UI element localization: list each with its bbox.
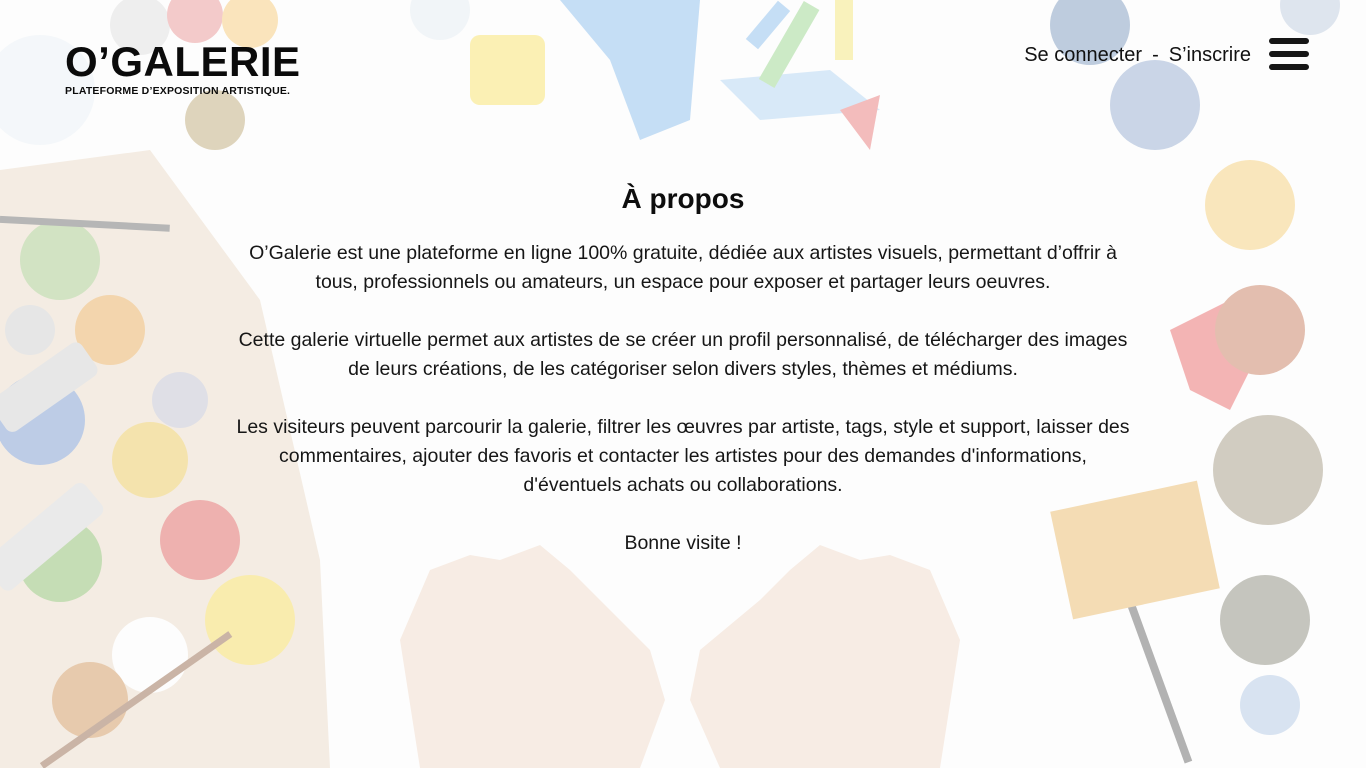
about-paragraph-intro: O’Galerie est une plateforme en ligne 10… — [249, 242, 1117, 293]
site-logo[interactable]: O’GALERIE PLATEFORME D’EXPOSITION ARTIST… — [65, 38, 301, 98]
logo-title: O’GALERIE — [65, 38, 301, 85]
about-paragraph-artists: Cette galerie virtuelle permet aux artis… — [238, 329, 1128, 380]
about-section: À propos O’Galerie est une plateforme en… — [0, 175, 1366, 587]
menu-bar-top — [1269, 38, 1309, 44]
menu-bar-bottom — [1269, 64, 1309, 70]
menu-bar-middle — [1269, 51, 1309, 57]
about-paragraph-closing: Bonne visite ! — [624, 532, 742, 554]
signup-link[interactable]: S’inscrire — [1169, 44, 1251, 66]
logo-tagline: PLATEFORME D’EXPOSITION ARTISTIQUE. — [65, 85, 291, 97]
auth-links: Se connecter - S’inscrire — [1024, 42, 1251, 68]
about-paragraph-visitors: Les visiteurs peuvent parcourir la galer… — [236, 416, 1130, 496]
auth-separator: - — [1152, 44, 1159, 66]
page-title: À propos — [621, 183, 745, 214]
site-header: O’GALERIE PLATEFORME D’EXPOSITION ARTIST… — [0, 0, 1366, 110]
login-link[interactable]: Se connecter — [1024, 44, 1142, 66]
hamburger-menu-icon[interactable] — [1269, 38, 1309, 70]
